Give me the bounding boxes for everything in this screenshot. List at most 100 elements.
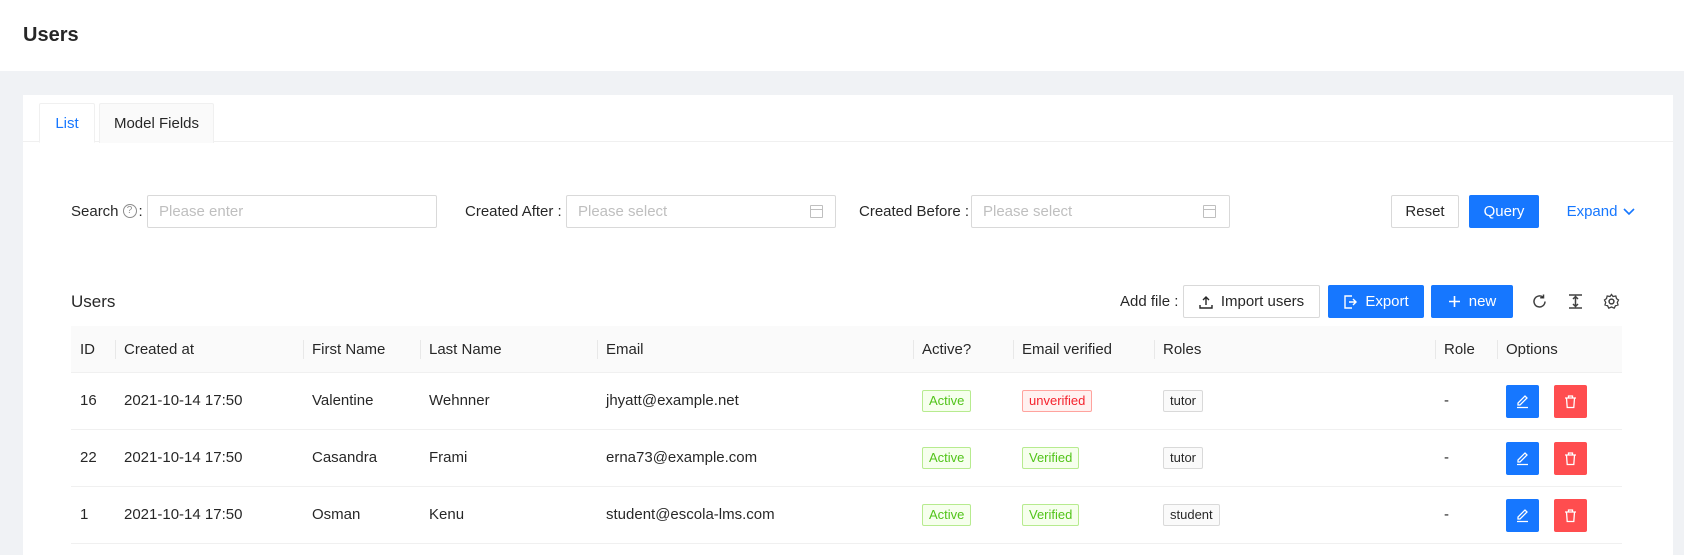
import-users-button[interactable]: Import users [1183,285,1320,318]
cell-id: 16 [80,392,97,409]
cell-email: erna73@example.com [606,449,758,466]
edit-button[interactable] [1506,499,1539,532]
export-icon [1344,294,1358,309]
cell-role: - [1444,392,1449,409]
cell-active: Active [913,430,972,486]
column-header-created-at[interactable]: Created at [115,326,194,373]
new-label: new [1468,293,1497,310]
calendar-icon [810,205,823,218]
column-header-options: Options [1506,341,1558,358]
table-row: 16 2021-10-14 17:50 Valentine Wehnner jh… [71,373,1622,430]
new-button[interactable]: new [1431,285,1513,318]
status-badge: unverified [1022,390,1093,413]
edit-button[interactable] [1506,385,1539,418]
cell-email: jhyatt@example.net [606,392,739,409]
export-button[interactable]: Export [1328,285,1424,318]
status-badge: Verified [1022,447,1080,470]
cell-created-at: 2021-10-14 17:50 [124,506,243,523]
tab-list[interactable]: List [39,103,95,143]
plus-icon [1448,296,1460,307]
column-height-icon[interactable] [1561,285,1589,318]
table-row: 1 2021-10-14 17:50 Osman Kenu student@es… [71,487,1622,544]
question-circle-icon[interactable]: ? [122,204,137,219]
created-after-label: Created After : [465,203,562,220]
cell-role: - [1444,449,1449,466]
calendar-icon [1203,205,1216,218]
delete-button[interactable] [1554,385,1587,418]
cell-last-name: Frami [429,449,468,466]
search-input[interactable] [147,195,437,228]
tab-bar: List Model Fields [23,95,1673,143]
cell-last-name: Wehnner [429,392,490,409]
cell-roles: tutor [1154,373,1204,429]
expand-button[interactable]: Expand [1553,195,1649,228]
status-badge: Active [922,390,972,413]
cell-id: 22 [80,449,97,466]
page-header: Users [0,0,1684,71]
settings-icon[interactable] [1597,285,1625,318]
delete-button[interactable] [1554,442,1587,475]
cell-active: Active [913,487,972,543]
column-header-roles[interactable]: Roles [1154,326,1201,373]
cell-roles: tutor [1154,430,1204,486]
role-tag: student [1163,504,1220,527]
reset-button[interactable]: Reset [1391,195,1459,228]
created-after-label-text: Created After [465,203,554,220]
column-header-first-name[interactable]: First Name [303,326,385,373]
import-users-label: Import users [1220,293,1305,310]
cell-id: 1 [80,506,89,523]
column-header-id[interactable]: ID [71,326,95,373]
cell-email-verified: unverified [1013,373,1093,429]
table-row: 22 2021-10-14 17:50 Casandra Frami erna7… [71,430,1622,487]
cell-created-at: 2021-10-14 17:50 [124,449,243,466]
trash-icon [1565,452,1576,466]
created-before-label: Created Before : [859,203,970,220]
search-label-text: Search [71,203,119,220]
cell-first-name: Casandra [312,449,378,466]
trash-icon [1565,509,1576,523]
cell-email-verified: Verified [1013,487,1080,543]
cell-email: student@escola-lms.com [606,506,775,523]
tab-model-fields[interactable]: Model Fields [99,103,214,143]
cell-email-verified: Verified [1013,430,1080,486]
cell-active: Active [913,373,972,429]
page-title: Users [23,24,79,46]
status-badge: Active [922,504,972,527]
column-header-email-verified[interactable]: Email verified [1013,326,1112,373]
cell-last-name: Kenu [429,506,465,523]
edit-icon [1517,509,1528,523]
column-header-email[interactable]: Email [597,326,644,373]
export-label: Export [1365,293,1409,310]
cell-first-name: Valentine [312,392,374,409]
edit-icon [1517,395,1528,409]
cell-created-at: 2021-10-14 17:50 [124,392,243,409]
cell-first-name: Osman [312,506,361,523]
users-table: ID Created at First Name Last Name Email… [71,326,1622,544]
status-badge: Active [922,447,972,470]
table-title: Users [71,292,116,311]
expand-label: Expand [1566,203,1618,220]
chevron-down-icon [1623,207,1636,215]
column-header-active[interactable]: Active? [913,326,971,373]
main-card: List Model Fields Search?: Created After… [23,95,1673,555]
edit-button[interactable] [1506,442,1539,475]
query-button[interactable]: Query [1469,195,1539,228]
search-label: Search?: [71,203,143,220]
edit-icon [1517,452,1528,466]
created-after-picker[interactable] [566,195,836,228]
cell-roles: student [1154,487,1220,543]
created-before-label-text: Created Before [859,203,961,220]
add-file-label-text: Add file [1120,293,1171,310]
created-before-picker[interactable] [971,195,1230,228]
reload-icon[interactable] [1525,285,1553,318]
role-tag: tutor [1163,447,1204,470]
upload-icon [1199,295,1213,309]
trash-icon [1565,395,1576,409]
column-header-role[interactable]: Role [1435,326,1475,373]
column-header-last-name[interactable]: Last Name [420,326,502,373]
role-tag: tutor [1163,390,1204,413]
add-file-label: Add file : [1120,293,1179,310]
table-header: ID Created at First Name Last Name Email… [71,326,1622,373]
delete-button[interactable] [1554,499,1587,532]
status-badge: Verified [1022,504,1080,527]
